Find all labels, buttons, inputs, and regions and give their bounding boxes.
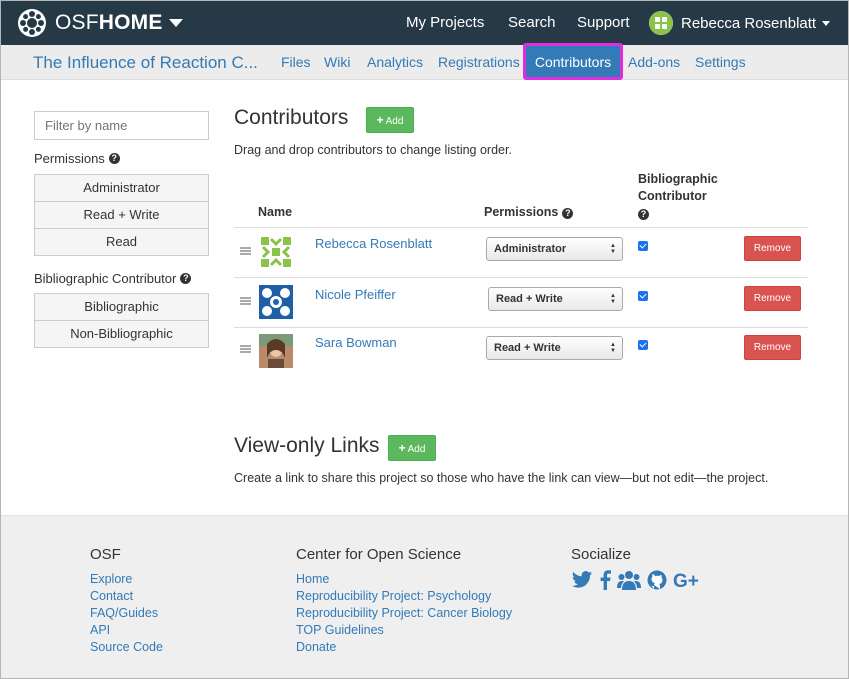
- permission-select[interactable]: Administrator ▲ ▼: [486, 237, 623, 261]
- facebook-icon[interactable]: [599, 570, 611, 590]
- osf-logo-icon: [18, 9, 46, 37]
- avatar: [259, 235, 293, 269]
- tab-files[interactable]: Files: [281, 54, 311, 70]
- table-divider: [234, 327, 808, 328]
- avatar: [649, 11, 673, 35]
- brand-caret-down-icon: [168, 19, 183, 27]
- question-icon[interactable]: ?: [108, 153, 120, 164]
- permissions-column-header: Permissions?: [484, 205, 574, 219]
- github-icon[interactable]: [647, 570, 667, 590]
- view-only-help-text: Create a link to share this project so t…: [234, 471, 769, 485]
- drag-handle-icon[interactable]: [240, 345, 251, 353]
- bibliographic-checkbox[interactable]: [638, 340, 648, 350]
- user-menu[interactable]: Rebecca Rosenblatt: [649, 11, 831, 35]
- drag-handle-icon[interactable]: [240, 297, 251, 305]
- avatar: [259, 334, 293, 368]
- tab-contributors[interactable]: Contributors: [523, 43, 623, 80]
- remove-contributor-button[interactable]: Remove: [744, 236, 801, 261]
- tab-wiki[interactable]: Wiki: [324, 54, 350, 70]
- bibliographic-filter-label: Bibliographic Contributor?: [34, 271, 192, 286]
- permission-select[interactable]: Read + Write ▲ ▼: [486, 336, 623, 360]
- footer-cos-heading: Center for Open Science: [296, 546, 462, 563]
- contributors-help-text: Drag and drop contributors to change lis…: [234, 143, 512, 157]
- osf-home-brand[interactable]: OSFHOME: [17, 7, 183, 39]
- bibliographic-column-header: Bibliographic Contributor?: [638, 172, 718, 220]
- footer-cos-links: Home Reproducibility Project: Psychology…: [296, 571, 512, 656]
- permissions-filter-label: Permissions?: [34, 151, 120, 166]
- remove-contributor-button[interactable]: Remove: [744, 335, 801, 360]
- filter-non-bibliographic-button[interactable]: Non-Bibliographic: [34, 320, 209, 348]
- view-only-links-heading: View-only Links: [234, 434, 380, 457]
- remove-contributor-button[interactable]: Remove: [744, 286, 801, 311]
- twitter-icon[interactable]: [571, 570, 593, 590]
- google-plus-icon[interactable]: G+: [673, 570, 703, 590]
- add-view-only-link-button[interactable]: + Add: [388, 435, 436, 461]
- contributor-name[interactable]: Sara Bowman: [315, 335, 397, 350]
- filter-read-write-button[interactable]: Read + Write: [34, 201, 209, 229]
- contributors-heading: Contributors: [234, 106, 349, 129]
- avatar: [259, 285, 293, 319]
- contributor-name[interactable]: Nicole Pfeiffer: [315, 287, 396, 302]
- table-divider: [234, 227, 808, 228]
- footer-link-api[interactable]: API: [90, 623, 110, 637]
- footer-link-top-guidelines[interactable]: TOP Guidelines: [296, 623, 384, 637]
- footer-link-rp-psychology[interactable]: Reproducibility Project: Psychology: [296, 589, 491, 603]
- user-name: Rebecca Rosenblatt: [681, 14, 817, 32]
- footer-socialize-heading: Socialize: [571, 546, 632, 563]
- footer-link-contact[interactable]: Contact: [90, 589, 133, 603]
- group-icon[interactable]: [617, 570, 641, 590]
- nav-support[interactable]: Support: [577, 14, 630, 31]
- permission-select[interactable]: Read + Write ▲ ▼: [488, 287, 623, 311]
- footer-link-rp-cancer-biology[interactable]: Reproducibility Project: Cancer Biology: [296, 606, 512, 620]
- question-icon[interactable]: ?: [180, 273, 192, 284]
- tab-add-ons[interactable]: Add-ons: [628, 54, 680, 70]
- footer-link-donate[interactable]: Donate: [296, 640, 336, 654]
- tab-analytics[interactable]: Analytics: [367, 54, 423, 70]
- footer-link-faq[interactable]: FAQ/Guides: [90, 606, 158, 620]
- footer-osf-links: Explore Contact FAQ/Guides API Source Co…: [90, 571, 163, 656]
- svg-text:G+: G+: [673, 571, 699, 590]
- question-icon[interactable]: ?: [638, 209, 649, 220]
- project-title[interactable]: The Influence of Reaction C...: [33, 53, 258, 73]
- bibliographic-checkbox[interactable]: [638, 291, 648, 301]
- tab-settings[interactable]: Settings: [695, 54, 746, 70]
- filter-read-button[interactable]: Read: [34, 228, 209, 256]
- tab-registrations[interactable]: Registrations: [438, 54, 520, 70]
- contributor-name[interactable]: Rebecca Rosenblatt: [315, 236, 432, 251]
- top-navbar: OSFHOME My Projects Search Support Rebec…: [1, 1, 848, 45]
- social-icons: G+: [571, 570, 703, 590]
- bibliographic-filter-group: Bibliographic Non-Bibliographic: [34, 293, 209, 348]
- drag-handle-icon[interactable]: [240, 247, 251, 255]
- filter-bibliographic-button[interactable]: Bibliographic: [34, 293, 209, 321]
- caret-down-icon: [822, 20, 831, 26]
- footer-link-explore[interactable]: Explore: [90, 572, 132, 586]
- footer-link-home[interactable]: Home: [296, 572, 329, 586]
- bibliographic-checkbox[interactable]: [638, 241, 648, 251]
- name-column-header: Name: [258, 205, 293, 219]
- table-divider: [234, 277, 808, 278]
- brand-text: OSFHOME: [55, 11, 163, 34]
- permissions-filter-group: Administrator Read + Write Read: [34, 174, 209, 256]
- add-contributor-button[interactable]: + Add: [366, 107, 414, 133]
- footer-link-source-code[interactable]: Source Code: [90, 640, 163, 654]
- nav-search[interactable]: Search: [508, 14, 556, 31]
- nav-my-projects[interactable]: My Projects: [406, 14, 484, 31]
- footer-osf-heading: OSF: [90, 546, 121, 563]
- filter-by-name-input[interactable]: [34, 111, 209, 140]
- project-subnav: The Influence of Reaction C... Files Wik…: [1, 45, 848, 80]
- question-icon[interactable]: ?: [562, 208, 574, 219]
- filter-administrator-button[interactable]: Administrator: [34, 174, 209, 202]
